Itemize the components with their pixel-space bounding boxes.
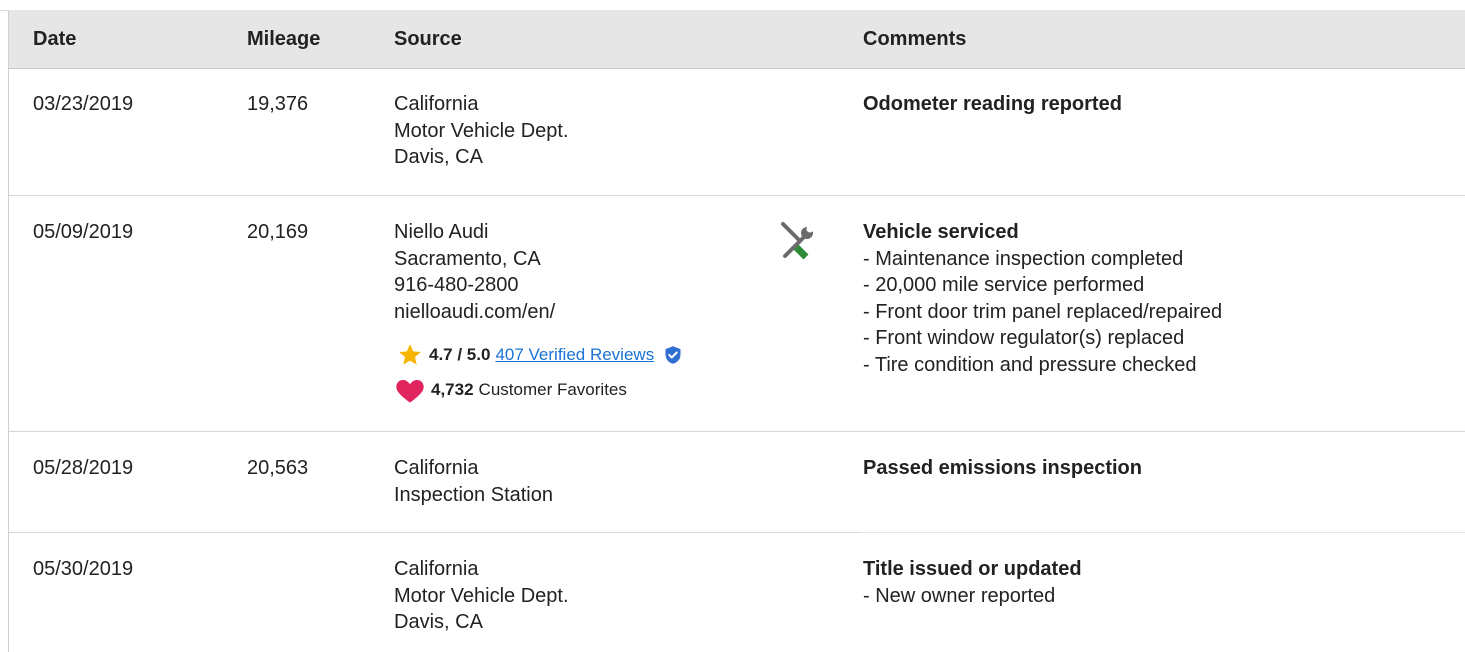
source-line: California [394, 457, 479, 479]
column-header-comments: Comments [863, 28, 967, 50]
comment-item: - 20,000 mile service performed [863, 274, 1145, 296]
record-mileage: 20,169 [247, 221, 309, 243]
customer-favorites: 4,732 Customer Favorites [395, 376, 627, 404]
source-line: Motor Vehicle Dept. [394, 119, 569, 142]
table-row: 05/09/2019 20,169 Niello Audi Sacramento… [9, 196, 1465, 431]
comment-title: Odometer reading reported [863, 93, 1122, 115]
dealer-rating: 4.7 / 5.0 407 Verified Reviews [397, 342, 683, 368]
source-line: Sacramento, CA [394, 247, 541, 270]
source-line: Inspection Station [394, 483, 553, 506]
service-tools-icon [781, 222, 814, 260]
record-mileage: 20,563 [247, 457, 309, 479]
star-icon [399, 344, 421, 365]
source-line: Motor Vehicle Dept. [394, 584, 569, 607]
comment-item: - Tire condition and pressure checked [863, 353, 1197, 376]
table-row: 03/23/2019 19,376 California Motor Vehic… [9, 68, 1465, 195]
source-line: Davis, CA [394, 611, 483, 633]
favorites-label: Customer Favorites [478, 380, 627, 399]
source-website[interactable]: nielloaudi.com/en/ [394, 299, 555, 326]
record-date: 05/28/2019 [33, 457, 134, 479]
comment-block: Title issued or updated - New owner repo… [863, 556, 1082, 609]
record-date: 05/30/2019 [33, 558, 134, 580]
comment-item: - New owner reported [863, 584, 1056, 607]
verified-reviews-link[interactable]: 407 Verified Reviews [495, 345, 654, 365]
source-line: 916-480-2800 [394, 274, 519, 296]
source-line: Niello Audi [394, 221, 489, 243]
source-line: California [394, 93, 479, 115]
record-source: California Motor Vehicle Dept. Davis, CA [394, 91, 569, 171]
comment-title: Title issued or updated [863, 558, 1082, 580]
column-header-source: Source [394, 28, 462, 50]
source-line: Davis, CA [394, 146, 483, 168]
table-row: 05/30/2019 California Motor Vehicle Dept… [9, 533, 1465, 652]
column-header-mileage: Mileage [247, 28, 321, 50]
comment-title: Passed emissions inspection [863, 457, 1142, 479]
table-row: 05/28/2019 20,563 California Inspection … [9, 432, 1465, 532]
record-source: California Inspection Station [394, 455, 553, 508]
record-source: California Motor Vehicle Dept. Davis, CA [394, 556, 569, 636]
comment-item: - Maintenance inspection completed [863, 247, 1184, 270]
record-date: 05/09/2019 [33, 221, 134, 243]
table-header: Date Mileage Source Comments [9, 10, 1465, 69]
comment-item: - Front door trim panel replaced/repaire… [863, 300, 1223, 323]
comment-item: - Front window regulator(s) replaced [863, 327, 1185, 349]
record-source: Niello Audi Sacramento, CA 916-480-2800 … [394, 219, 555, 325]
heart-icon [396, 380, 424, 403]
favorites-count: 4,732 [431, 380, 474, 399]
column-header-date: Date [33, 28, 77, 50]
record-mileage: 19,376 [247, 93, 309, 115]
rating-score: 4.7 / 5.0 [429, 345, 491, 364]
record-date: 03/23/2019 [33, 93, 134, 115]
verified-shield-icon [665, 346, 681, 364]
comment-block: Vehicle serviced - Maintenance inspectio… [863, 219, 1222, 378]
vehicle-history-table: Date Mileage Source Comments 03/23/2019 … [8, 10, 1465, 652]
source-line: California [394, 558, 479, 580]
comment-title: Vehicle serviced [863, 221, 1019, 243]
